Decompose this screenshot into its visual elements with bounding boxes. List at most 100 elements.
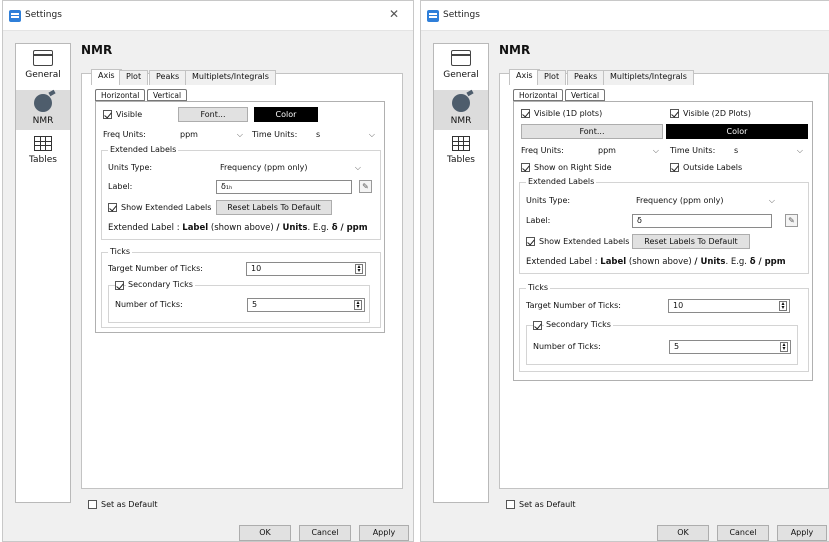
nmr-icon (34, 94, 52, 112)
time-units-label: Time Units: (670, 146, 716, 155)
units-type-select[interactable]: Frequency (ppm only) ⌵ (632, 194, 780, 208)
visible-2d-label: Visible (2D Plots) (683, 109, 751, 118)
number-ticks-value: 5 (252, 300, 258, 309)
show-extended-labels-checkbox[interactable] (108, 203, 117, 212)
extended-label-example: Extended Label : Label (shown above) / U… (108, 223, 368, 233)
subtab-horizontal[interactable]: Horizontal (513, 89, 564, 101)
freq-units-select[interactable]: ppm ⌵ (176, 128, 248, 142)
label-field-label: Label: (108, 182, 133, 191)
target-ticks-spinbox[interactable]: 10 ▴ ▾ (668, 299, 790, 313)
sidebar-item-label: General (25, 70, 61, 80)
visible-1d-label: Visible (1D plots) (534, 109, 603, 118)
outside-labels-checkbox[interactable] (670, 163, 679, 172)
visible-1d-checkbox[interactable] (521, 109, 530, 118)
tables-icon (34, 136, 52, 151)
ok-button[interactable]: OK (239, 525, 291, 541)
ticks-title: Ticks (526, 283, 551, 292)
sidebar-item-general[interactable]: General (16, 50, 70, 88)
reset-labels-button[interactable]: Reset Labels To Default (632, 234, 750, 249)
label-input[interactable]: δ₁ₕ (216, 180, 352, 194)
secondary-ticks-checkbox[interactable] (115, 281, 124, 290)
subtab-horizontal[interactable]: Horizontal (95, 89, 146, 101)
tab-axis[interactable]: Axis (91, 69, 122, 85)
secondary-ticks-label: Secondary Ticks (126, 280, 195, 289)
apply-button[interactable]: Apply (777, 525, 827, 541)
set-as-default-checkbox[interactable] (506, 500, 515, 509)
category-sidebar: General NMR Tables (433, 43, 489, 503)
freq-units-value: ppm (180, 130, 198, 139)
set-as-default-label: Set as Default (101, 500, 158, 509)
freq-units-select[interactable]: ppm ⌵ (594, 144, 664, 158)
subtab-vertical[interactable]: Vertical (147, 89, 188, 101)
units-type-value: Frequency (ppm only) (220, 163, 308, 172)
time-units-value: s (734, 146, 739, 155)
settings-window-right: Settings General NMR Tables NMR Axis Plo… (420, 0, 829, 542)
apply-button[interactable]: Apply (359, 525, 409, 541)
tab-multiplets-integrals[interactable]: Multiplets/Integrals (185, 70, 276, 85)
show-right-side-label: Show on Right Side (534, 163, 612, 172)
units-type-select[interactable]: Frequency (ppm only) ⌵ (216, 161, 366, 175)
spin-arrows-icon[interactable]: ▴ ▾ (354, 300, 362, 310)
category-sidebar: General NMR Tables (15, 43, 71, 503)
time-units-select[interactable]: s ⌵ (730, 144, 808, 158)
spin-arrows-icon[interactable]: ▴ ▾ (355, 264, 363, 274)
general-window-icon (33, 50, 53, 66)
ext-example: δ / ppm (331, 223, 368, 233)
sidebar-item-general[interactable]: General (434, 50, 488, 88)
sidebar-item-tables[interactable]: Tables (434, 136, 488, 172)
show-extended-labels-checkbox[interactable] (526, 237, 535, 246)
horizontal-axis-panel: Visible Font... Color Freq Units: ppm ⌵ T… (95, 101, 385, 333)
font-button[interactable]: Font... (521, 124, 663, 139)
secondary-ticks-checkbox[interactable] (533, 321, 542, 330)
sidebar-item-nmr[interactable]: NMR (434, 90, 488, 130)
extended-labels-title: Extended Labels (526, 177, 597, 186)
number-ticks-value: 5 (674, 342, 680, 351)
visible-2d-checkbox[interactable] (670, 109, 679, 118)
time-units-select[interactable]: s ⌵ (312, 128, 380, 142)
window-title: Settings (443, 10, 480, 20)
tab-multiplets-integrals[interactable]: Multiplets/Integrals (603, 70, 694, 85)
set-as-default-checkbox[interactable] (88, 500, 97, 509)
edit-icon[interactable]: ✎ (359, 180, 372, 193)
chevron-down-icon: ⌵ (652, 146, 659, 155)
subtab-vertical[interactable]: Vertical (565, 89, 606, 101)
number-ticks-spinbox[interactable]: 5 ▴ ▾ (669, 340, 791, 354)
number-ticks-label: Number of Ticks: (533, 342, 601, 351)
ticks-group: Ticks Target Number of Ticks: 10 ▴ ▾ Secon… (519, 283, 809, 372)
cancel-button[interactable]: Cancel (717, 525, 769, 541)
sidebar-item-tables[interactable]: Tables (16, 136, 70, 172)
set-as-default-label: Set as Default (519, 500, 576, 509)
vertical-axis-panel: Visible (1D plots) Visible (2D Plots) Fo… (513, 101, 813, 381)
cancel-button[interactable]: Cancel (299, 525, 351, 541)
ext-units: / Units (276, 223, 308, 233)
visible-checkbox[interactable] (103, 110, 112, 119)
color-button[interactable]: Color (254, 107, 318, 122)
sidebar-item-nmr[interactable]: NMR (16, 90, 70, 130)
label-input[interactable]: δ (632, 214, 772, 228)
color-button[interactable]: Color (666, 124, 808, 139)
chevron-down-icon: ⌵ (768, 196, 775, 205)
font-button[interactable]: Font... (178, 107, 248, 122)
visible-label: Visible (116, 110, 143, 119)
ext-units: / Units (694, 257, 726, 267)
time-units-value: s (316, 130, 321, 139)
reset-labels-button[interactable]: Reset Labels To Default (216, 200, 332, 215)
tab-peaks[interactable]: Peaks (149, 70, 187, 85)
ext-example: δ / ppm (749, 257, 786, 267)
tab-peaks[interactable]: Peaks (567, 70, 605, 85)
close-icon[interactable]: ✕ (389, 7, 399, 21)
settings-app-icon (9, 10, 21, 22)
ext-mid: (shown above) (626, 257, 695, 267)
spin-arrows-icon[interactable]: ▴ ▾ (779, 301, 787, 311)
ok-button[interactable]: OK (657, 525, 709, 541)
tab-plot[interactable]: Plot (119, 70, 149, 85)
tab-axis[interactable]: Axis (509, 69, 540, 85)
units-type-label: Units Type: (108, 163, 153, 172)
show-right-side-checkbox[interactable] (521, 163, 530, 172)
spin-arrows-icon[interactable]: ▴ ▾ (780, 342, 788, 352)
number-ticks-spinbox[interactable]: 5 ▴ ▾ (247, 298, 365, 312)
target-ticks-spinbox[interactable]: 10 ▴ ▾ (246, 262, 366, 276)
tab-plot[interactable]: Plot (537, 70, 567, 85)
chevron-down-icon: ⌵ (354, 163, 361, 172)
edit-icon[interactable]: ✎ (785, 214, 798, 227)
